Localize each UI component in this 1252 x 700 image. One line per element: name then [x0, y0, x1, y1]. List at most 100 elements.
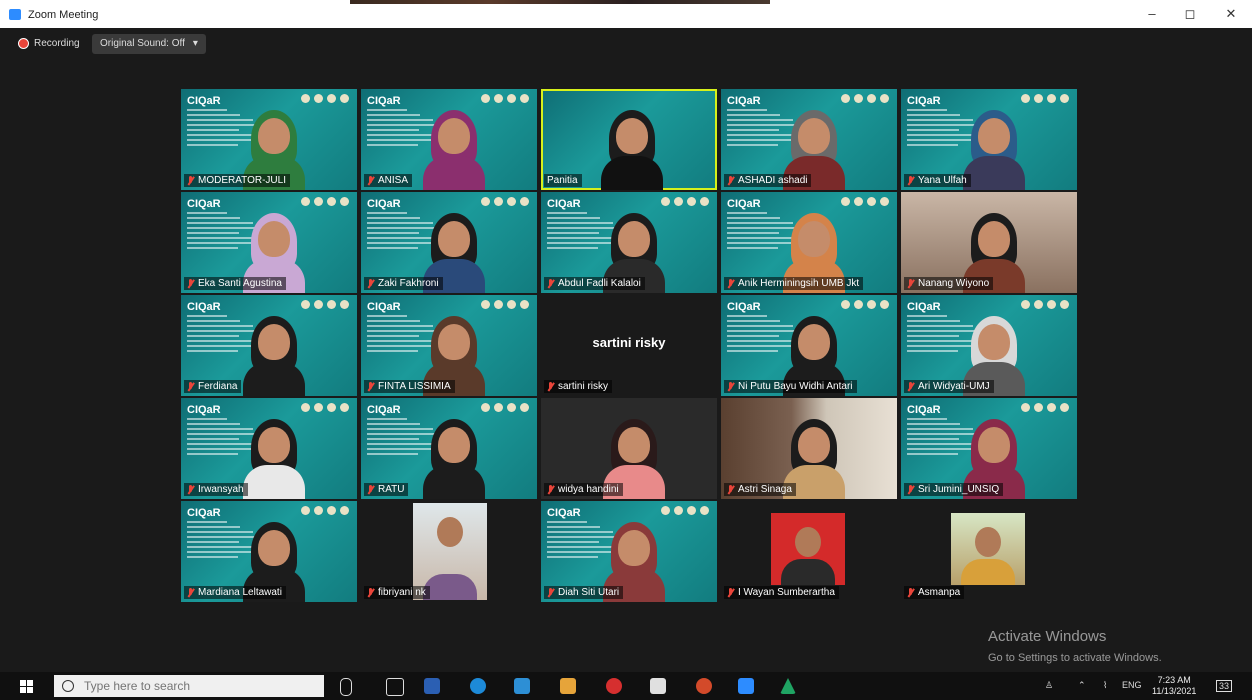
minimize-button[interactable]: – [1141, 5, 1163, 23]
task-view-icon[interactable] [386, 678, 404, 696]
participant-tile[interactable]: CIQaR Yana Ulfah [901, 89, 1077, 190]
microphone-icon[interactable] [340, 678, 352, 696]
participant-name-tag: Anik Herminingsih UMB Jkt [724, 277, 864, 290]
drive-icon[interactable] [780, 678, 796, 694]
file-explorer-icon[interactable] [560, 678, 576, 694]
mic-muted-icon [547, 382, 554, 391]
mic-muted-icon [187, 279, 194, 288]
zoom-app-icon [9, 9, 21, 20]
participant-name-tag: Irwansyah [184, 483, 248, 496]
participant-tile[interactable]: CIQaR Ari Widyati-UMJ [901, 295, 1077, 396]
mic-muted-icon [367, 382, 374, 391]
participant-name-tag: MODERATOR-JULI [184, 174, 290, 187]
slide-title: CIQaR [547, 507, 581, 519]
slide-title: CIQaR [907, 404, 941, 416]
teams-badge-icon[interactable] [514, 678, 530, 694]
mic-muted-icon [907, 485, 914, 494]
search-input[interactable] [82, 678, 286, 694]
participant-tile[interactable]: CIQaR RATU [361, 398, 537, 499]
participant-tile[interactable]: fibriyani nk [361, 501, 537, 602]
participant-name-tag: Mardiana Leltawati [184, 586, 286, 599]
opera-icon[interactable] [606, 678, 622, 694]
participant-name: Irwansyah [198, 484, 244, 495]
clock-date: 11/13/2021 [1152, 686, 1197, 696]
participant-name: Abdul Fadli Kalaloi [558, 278, 641, 289]
notifications-icon[interactable]: 33 [1216, 680, 1233, 692]
word-icon[interactable] [424, 678, 440, 694]
people-icon[interactable]: ♙ [1045, 680, 1053, 691]
chevron-up-icon[interactable]: ⌃ [1078, 680, 1086, 691]
participant-tile[interactable]: Panitia [541, 89, 717, 190]
sponsor-logos-icon [481, 197, 529, 206]
chevron-down-icon: ▾ [192, 38, 198, 49]
taskbar-search[interactable] [54, 675, 324, 697]
store-icon[interactable] [650, 678, 666, 694]
participant-name-tag: Eka Santi Agustina [184, 277, 286, 290]
network-icon[interactable]: ⌇ [1103, 680, 1107, 691]
windows-taskbar: ♙ ⌃ ⌇ ENG 7:23 AM 11/13/2021 33 [0, 672, 1252, 700]
participant-name-tag: Ari Widyati-UMJ [904, 380, 994, 393]
sponsor-logos-icon [661, 506, 709, 515]
maximize-button[interactable]: ◻ [1179, 5, 1201, 23]
sponsor-logos-icon [841, 197, 889, 206]
windows-start-icon[interactable] [20, 680, 33, 693]
participant-tile[interactable]: CIQaR Ferdiana [181, 295, 357, 396]
slide-title: CIQaR [727, 95, 761, 107]
participant-name-tag: fibriyani nk [364, 586, 430, 599]
participant-tile[interactable]: CIQaR Abdul Fadli Kalaloi [541, 192, 717, 293]
mic-muted-icon [727, 279, 734, 288]
video-grid: CIQaR MODERATOR-JULI CIQaR ANISA Panitia CIQa… [181, 89, 1077, 602]
participant-tile[interactable]: CIQaR Diah Siti Utari [541, 501, 717, 602]
mic-muted-icon [727, 176, 734, 185]
sponsor-logos-icon [301, 403, 349, 412]
language-indicator[interactable]: ENG [1122, 680, 1142, 690]
participant-name: Yana Ulfah [918, 175, 967, 186]
participant-name-tag: I Wayan Sumberartha [724, 586, 839, 599]
original-sound-button[interactable]: Original Sound: Off ▾ [92, 34, 206, 54]
participant-name-tag: Asmanpa [904, 586, 965, 599]
zoom-icon[interactable] [738, 678, 754, 694]
participant-tile[interactable]: CIQaR MODERATOR-JULI [181, 89, 357, 190]
sponsor-logos-icon [841, 94, 889, 103]
participant-tile[interactable]: CIQaR Ni Putu Bayu Widhi Antari [721, 295, 897, 396]
recording-dot-icon [18, 38, 29, 49]
participant-tile[interactable]: CIQaR Zaki Fakhroni [361, 192, 537, 293]
participant-tile[interactable]: CIQaR Eka Santi Agustina [181, 192, 357, 293]
participant-tile[interactable]: CIQaR Mardiana Leltawati [181, 501, 357, 602]
participant-video [963, 110, 1025, 190]
participant-name: widya handini [558, 484, 619, 495]
participant-name: Asmanpa [918, 587, 961, 598]
slide-title: CIQaR [907, 301, 941, 313]
participant-name: fibriyani nk [378, 587, 426, 598]
participant-tile[interactable]: CIQaR FINTA LISSIMIA [361, 295, 537, 396]
participant-name: Diah Siti Utari [558, 587, 620, 598]
chrome-icon[interactable] [696, 678, 712, 694]
slide-title: CIQaR [367, 95, 401, 107]
participant-name: Panitia [547, 175, 578, 186]
mic-muted-icon [727, 588, 734, 597]
slide-title: CIQaR [907, 95, 941, 107]
participant-tile[interactable]: widya handini [541, 398, 717, 499]
participant-tile[interactable]: Nanang Wiyono [901, 192, 1077, 293]
participant-tile[interactable]: Astri Sinaga [721, 398, 897, 499]
participant-name: Nanang Wiyono [918, 278, 990, 289]
close-button[interactable]: ✕ [1220, 5, 1242, 23]
participant-tile[interactable]: sartini risky sartini risky [541, 295, 717, 396]
sponsor-logos-icon [481, 403, 529, 412]
participant-name: I Wayan Sumberartha [738, 587, 835, 598]
participant-tile[interactable]: CIQaR Irwansyah [181, 398, 357, 499]
participant-name: Sri Jumini_UNSIQ [918, 484, 1000, 495]
participant-tile[interactable]: Asmanpa [901, 501, 1077, 602]
participant-name: Mardiana Leltawati [198, 587, 282, 598]
recording-indicator[interactable]: Recording [18, 38, 80, 49]
participant-tile[interactable]: I Wayan Sumberartha [721, 501, 897, 602]
participant-tile[interactable]: CIQaR ANISA [361, 89, 537, 190]
participant-tile[interactable]: CIQaR Anik Herminingsih UMB Jkt [721, 192, 897, 293]
participant-tile[interactable]: CIQaR ASHADI ashadi [721, 89, 897, 190]
sponsor-logos-icon [1021, 94, 1069, 103]
slide-title: CIQaR [367, 198, 401, 210]
clock[interactable]: 7:23 AM 11/13/2021 [1152, 675, 1196, 697]
participant-tile[interactable]: CIQaR Sri Jumini_UNSIQ [901, 398, 1077, 499]
mic-muted-icon [547, 279, 554, 288]
edge-icon[interactable] [470, 678, 486, 694]
